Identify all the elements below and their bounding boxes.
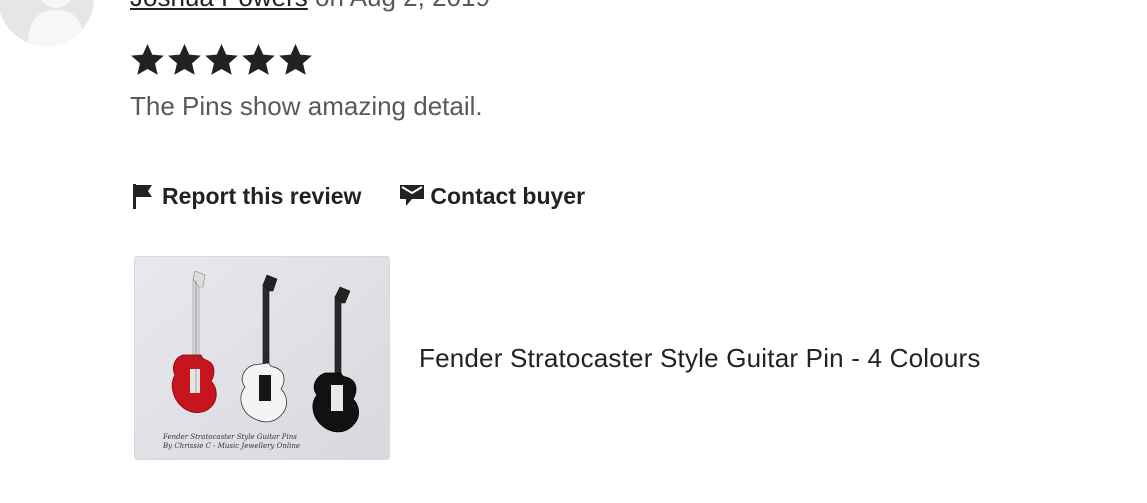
avatar[interactable]	[0, 0, 94, 46]
star-icon	[168, 43, 201, 75]
review-text: The Pins show amazing detail.	[130, 91, 483, 121]
contact-buyer-label: Contact buyer	[430, 182, 586, 209]
listing-image: Fender Stratocaster Style Guitar Pins By…	[135, 257, 389, 459]
star-icon	[205, 43, 238, 75]
report-review-label: Report this review	[162, 182, 362, 209]
flag-icon	[133, 183, 152, 209]
listing-title-link[interactable]: Fender Stratocaster Style Guitar Pin - 4…	[419, 343, 981, 374]
review-actions: Report this review Contact buyer	[132, 178, 585, 214]
contact-buyer-button[interactable]: Contact buyer	[399, 183, 585, 210]
image-caption-line2: By Chrissie C - Music Jewellery Online	[162, 442, 300, 450]
envelope-icon	[400, 185, 425, 206]
image-caption-line1: Fender Stratocaster Style Guitar Pins	[162, 433, 297, 441]
user-silhouette-icon	[0, 0, 94, 46]
review-card: Joshua Powers on Aug 2, 2019 The Pins sh…	[0, 0, 1147, 503]
reviewer-line: Joshua Powers on Aug 2, 2019	[130, 0, 490, 10]
star-icon	[242, 43, 275, 75]
star-rating	[129, 41, 314, 81]
listing-thumbnail[interactable]: Fender Stratocaster Style Guitar Pins By…	[134, 256, 390, 460]
star-icon	[131, 43, 164, 75]
reviewer-name-link[interactable]: Joshua Powers	[130, 0, 308, 12]
review-date: on Aug 2, 2019	[308, 0, 490, 12]
star-icon	[279, 43, 312, 75]
report-review-button[interactable]: Report this review	[132, 183, 361, 210]
listing-item: Fender Stratocaster Style Guitar Pins By…	[134, 256, 981, 460]
